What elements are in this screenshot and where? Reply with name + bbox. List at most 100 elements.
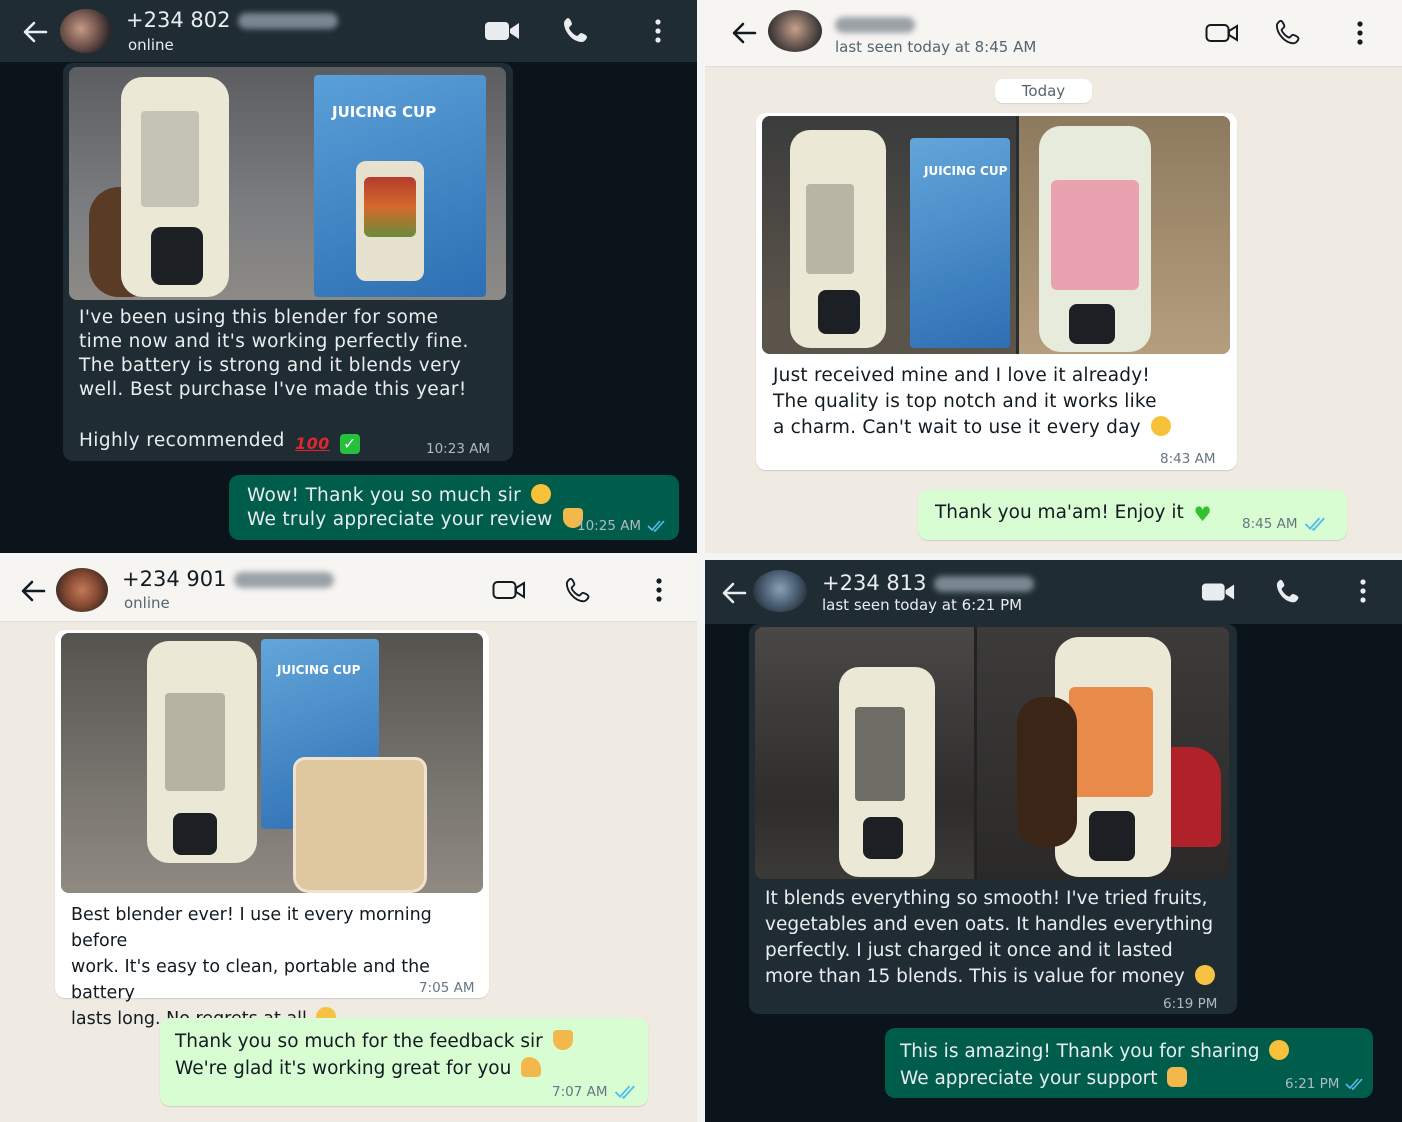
avatar[interactable] <box>768 10 822 52</box>
folded-hands-emoji-icon <box>552 1030 573 1050</box>
avatar[interactable] <box>753 570 807 612</box>
message-text: This is amazing! Thank you for sharing W… <box>900 1038 1290 1092</box>
read-receipt-icon <box>647 520 665 532</box>
back-arrow-icon[interactable] <box>721 581 747 605</box>
redacted-number <box>835 17 915 33</box>
message-text: Best blender ever! I use it every mornin… <box>71 905 432 1029</box>
flexed-biceps-emoji-icon <box>521 1057 542 1077</box>
product-photo[interactable]: JUICING CUP <box>61 633 483 893</box>
photo-right <box>1019 116 1230 354</box>
redacted-number <box>934 576 1035 592</box>
heart-eyes-emoji-icon <box>531 484 552 504</box>
message-last-line: Highly recommended 100 ✓ <box>79 429 360 456</box>
back-arrow-icon[interactable] <box>22 20 48 44</box>
contact-name[interactable] <box>835 12 915 36</box>
voice-call-icon[interactable] <box>562 16 594 44</box>
read-receipt-icon <box>1304 517 1325 531</box>
outgoing-message[interactable]: Wow! Thank you so much sir We truly appr… <box>229 475 679 540</box>
control-panel <box>863 817 903 859</box>
product-photo-collage[interactable]: JUICING CUP <box>762 116 1230 354</box>
incoming-message[interactable]: JUICING CUP Best blender ever! I use it … <box>55 630 489 1029</box>
video-call-icon[interactable] <box>484 20 520 42</box>
contact-name[interactable]: +234 802 <box>126 8 339 32</box>
photo-left: JUICING CUP <box>762 116 1016 354</box>
contact-status: online <box>128 36 174 54</box>
outgoing-message[interactable]: This is amazing! Thank you for sharing W… <box>885 1028 1373 1098</box>
collage-divider-vertical <box>697 0 705 1122</box>
redacted-number <box>238 13 339 29</box>
chat-header: +234 802 online <box>0 0 697 62</box>
more-options-icon[interactable] <box>653 18 663 44</box>
back-arrow-icon[interactable] <box>20 579 46 603</box>
back-arrow-icon[interactable] <box>731 21 757 45</box>
message-time: 6:21 PM <box>1285 1076 1365 1092</box>
contact-name[interactable]: +234 901 <box>122 567 335 591</box>
voice-call-icon[interactable] <box>565 576 595 604</box>
avatar[interactable] <box>56 568 108 612</box>
contact-name[interactable]: +234 813 <box>822 571 1035 595</box>
video-call-icon[interactable] <box>1201 581 1235 603</box>
chat-panel-2: last seen today at 8:45 AM Today JUICING… <box>705 0 1402 553</box>
message-text: Just received mine and I love it already… <box>773 363 1171 441</box>
hundred-emoji-icon: 100 <box>295 434 330 453</box>
control-panel <box>818 290 860 334</box>
blender <box>839 667 935 877</box>
read-receipt-icon <box>1345 1078 1364 1090</box>
message-text: I've been using this blender for some ti… <box>79 307 469 400</box>
hand <box>1017 697 1077 847</box>
ok-hand-emoji-icon <box>1194 965 1215 985</box>
juicing-cup-box: JUICING CUP <box>314 75 486 297</box>
photo-right <box>977 627 1229 879</box>
control-panel <box>151 227 203 285</box>
product-photo[interactable]: JUICING CUP <box>69 67 506 300</box>
chat-header: last seen today at 8:45 AM <box>705 0 1402 67</box>
contact-status: last seen today at 8:45 AM <box>835 38 1037 56</box>
blender-pink-smoothie <box>1039 126 1151 352</box>
control-panel <box>173 813 217 855</box>
message-time: 10:23 AM <box>426 441 491 457</box>
blender <box>121 77 229 297</box>
message-time: 8:45 AM <box>1242 516 1328 532</box>
message-text: Thank you so much for the feedback sir W… <box>175 1028 573 1082</box>
video-call-icon[interactable] <box>1205 22 1239 44</box>
green-heart-emoji-icon: ♥ <box>1193 502 1212 526</box>
incoming-message[interactable]: It blends everything so smooth! I've tri… <box>749 624 1237 1014</box>
outgoing-message[interactable]: Thank you so much for the feedback sir W… <box>160 1018 648 1106</box>
blender <box>790 130 886 348</box>
control-panel <box>1089 811 1135 861</box>
product-photo-collage[interactable] <box>755 627 1229 879</box>
message-time: 8:43 AM <box>1160 451 1216 467</box>
incoming-message[interactable]: JUICING CUP I've been using this blender… <box>63 63 513 461</box>
more-options-icon[interactable] <box>654 577 664 603</box>
outgoing-message[interactable]: Thank you ma'am! Enjoy it ♥ 8:45 AM <box>918 490 1347 540</box>
message-time: 7:05 AM <box>419 980 475 996</box>
juicing-cup-box: JUICING CUP <box>910 138 1010 348</box>
avatar[interactable] <box>60 9 112 53</box>
incoming-message[interactable]: JUICING CUP Just received mine and I lov… <box>756 113 1237 470</box>
heart-eyes-emoji-icon <box>1269 1040 1290 1060</box>
chat-panel-1: +234 802 online JUICING CUP I've been us… <box>0 0 697 553</box>
voice-call-icon[interactable] <box>1275 577 1305 605</box>
photo-left <box>755 627 974 879</box>
contact-status: online <box>124 594 170 612</box>
voice-call-icon[interactable] <box>1275 18 1305 46</box>
video-call-icon[interactable] <box>492 579 526 601</box>
box-label: JUICING CUP <box>277 663 361 677</box>
message-text: It blends everything so smooth! I've tri… <box>765 888 1215 987</box>
date-chip: Today <box>995 79 1092 103</box>
more-options-icon[interactable] <box>1355 20 1365 46</box>
collage-divider-horizontal <box>0 553 1402 560</box>
box-label: JUICING CUP <box>332 103 437 121</box>
chat-panel-3: +234 901 online JUICING CUP Best blender… <box>0 560 697 1122</box>
message-time: 10:25 AM <box>577 518 667 534</box>
redacted-number <box>234 572 335 588</box>
blender <box>147 641 257 863</box>
check-mark-emoji-icon: ✓ <box>339 434 360 454</box>
chat-header: +234 813 last seen today at 6:21 PM <box>705 560 1402 624</box>
chat-header: +234 901 online <box>0 560 697 622</box>
message-text: Thank you ma'am! Enjoy it ♥ <box>935 502 1212 526</box>
read-receipt-icon <box>614 1085 635 1099</box>
message-time: 6:19 PM <box>1163 996 1218 1012</box>
control-panel <box>1069 304 1115 344</box>
more-options-icon[interactable] <box>1358 578 1368 604</box>
